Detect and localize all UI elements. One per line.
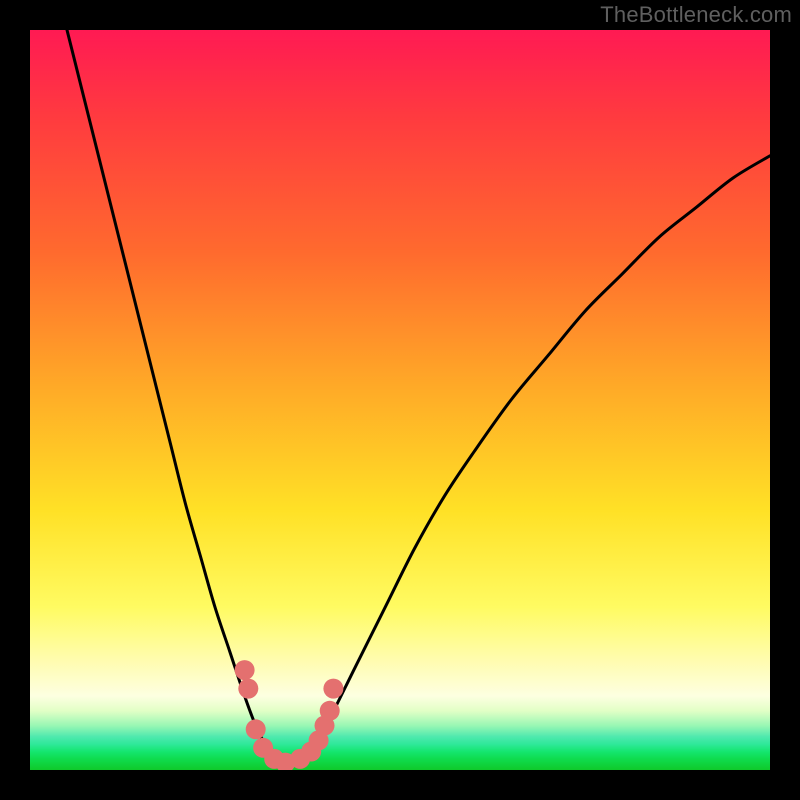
marker-trough-dots-11 [323, 679, 343, 699]
plot-area [30, 30, 770, 770]
marker-trough-dots-0 [235, 660, 255, 680]
marker-trough-dots-1 [238, 679, 258, 699]
series-right-branch [311, 156, 770, 748]
marker-trough-dots-2 [246, 719, 266, 739]
series-group [67, 30, 770, 763]
series-left-branch [67, 30, 267, 748]
chart-frame: TheBottleneck.com [0, 0, 800, 800]
curve-layer [30, 30, 770, 770]
watermark-text: TheBottleneck.com [600, 2, 792, 28]
marker-trough-dots-10 [320, 701, 340, 721]
